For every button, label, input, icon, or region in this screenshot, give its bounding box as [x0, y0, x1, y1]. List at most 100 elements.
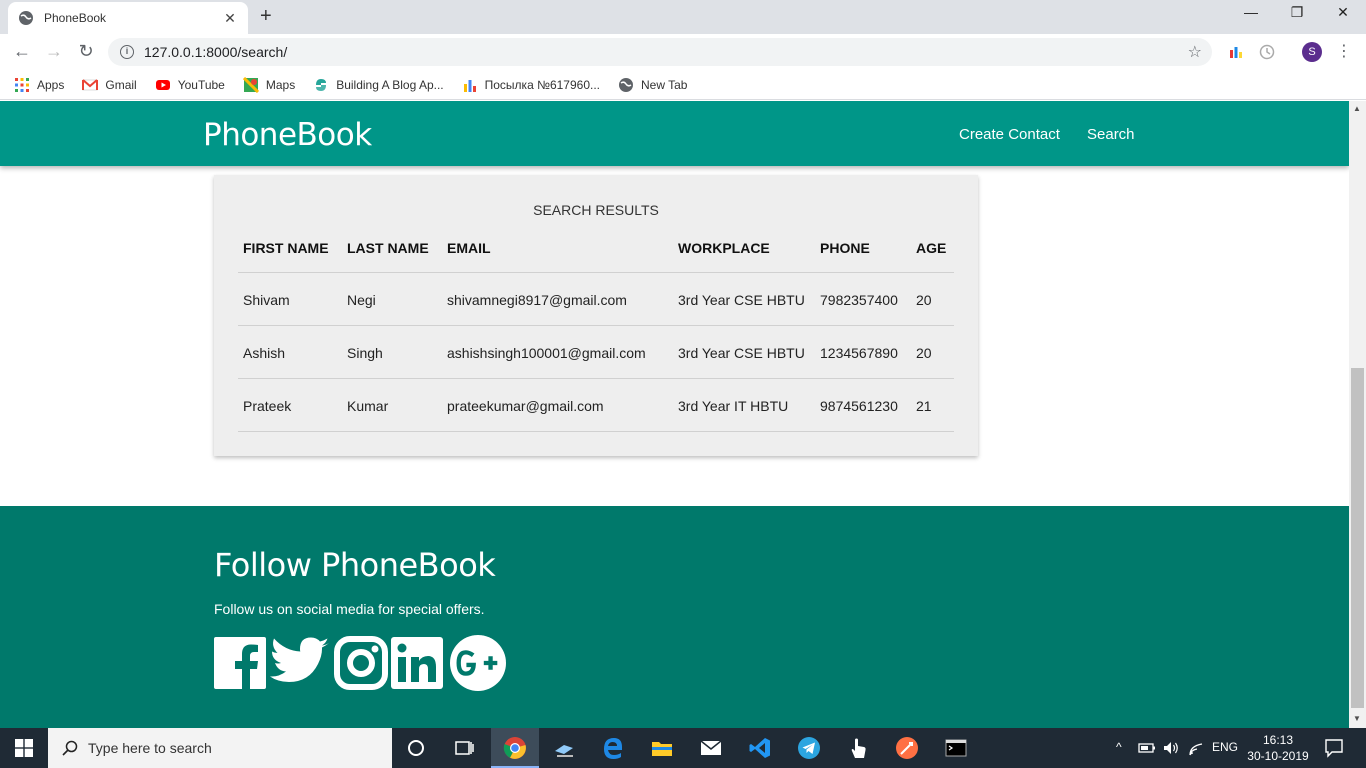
page-scrollbar[interactable]: ▲ ▼ — [1349, 101, 1366, 728]
extension-clock-icon[interactable] — [1259, 44, 1275, 60]
maximize-button[interactable]: ❐ — [1274, 4, 1320, 21]
search-link[interactable]: Search — [1087, 126, 1135, 143]
task-view-icon[interactable] — [452, 736, 476, 760]
bookmark-maps[interactable]: Maps — [242, 76, 296, 93]
url-text[interactable]: 127.0.0.1:8000/search/ — [144, 44, 287, 60]
bookmark-label: New Tab — [641, 77, 688, 92]
column-header: EMAIL — [442, 228, 673, 273]
cell-age: 21 — [911, 378, 954, 432]
column-header: AGE — [911, 228, 954, 273]
cell-email: prateekumar@gmail.com — [442, 378, 673, 432]
address-bar[interactable]: i 127.0.0.1:8000/search/ ☆ — [108, 38, 1212, 66]
bookmark-gmail[interactable]: Gmail — [82, 77, 137, 93]
browser-tabstrip: PhoneBook ✕ + — ❐ ✕ — [0, 0, 1366, 34]
clock-date: 30-10-2019 — [1247, 749, 1309, 763]
profile-avatar[interactable]: S — [1302, 42, 1322, 62]
facebook-icon[interactable] — [214, 635, 266, 691]
bookmark-parcel[interactable]: Посылка №617960... — [462, 77, 600, 93]
column-header: WORKPLACE — [673, 228, 815, 273]
twitter-icon[interactable] — [270, 635, 330, 691]
scroll-up-arrow[interactable]: ▲ — [1353, 104, 1361, 113]
scroll-down-arrow[interactable]: ▼ — [1353, 714, 1361, 723]
apps-grid-icon — [15, 77, 29, 92]
vscode-icon[interactable] — [748, 736, 772, 760]
reload-icon[interactable]: ↻ — [74, 41, 98, 62]
results-table: FIRST NAME LAST NAME EMAIL WORKPLACE PHO… — [238, 228, 954, 432]
bookmark-star-icon[interactable]: ☆ — [1188, 42, 1202, 62]
back-arrow-icon[interactable]: ← — [10, 41, 34, 62]
tray-chevron-icon[interactable]: ^ — [1116, 740, 1122, 754]
footer-title: Follow PhoneBook — [214, 546, 496, 584]
search-placeholder: Type here to search — [88, 740, 212, 756]
site-navbar: PhoneBook Create Contact Search — [0, 101, 1349, 166]
bookmark-label: Посылка №617960... — [484, 77, 600, 92]
browser-toolbar: ← → ↻ i 127.0.0.1:8000/search/ ☆ S ⋮ — [0, 34, 1366, 70]
page-viewport: PhoneBook Create Contact Search SEARCH R… — [0, 101, 1349, 728]
brave-icon[interactable] — [895, 736, 919, 760]
site-brand[interactable]: PhoneBook — [203, 117, 372, 153]
search-results-title: SEARCH RESULTS — [533, 202, 659, 218]
cell-last-name: Kumar — [342, 378, 442, 432]
terminal-icon[interactable] — [944, 736, 968, 760]
table-row: Ashish Singh ashishsingh100001@gmail.com… — [238, 325, 954, 379]
search-icon — [62, 740, 78, 756]
scrollbar-thumb[interactable] — [1351, 368, 1364, 708]
volume-icon[interactable] — [1162, 740, 1180, 756]
language-indicator[interactable]: ENG — [1212, 740, 1238, 754]
cell-phone: 1234567890 — [815, 325, 911, 379]
cell-workplace: 3rd Year CSE HBTU — [673, 272, 815, 326]
python-icon — [316, 78, 327, 91]
cortana-icon[interactable] — [404, 736, 428, 760]
cell-first-name: Shivam — [238, 272, 342, 326]
instagram-icon[interactable] — [334, 635, 388, 691]
cell-last-name: Negi — [342, 272, 442, 326]
create-contact-link[interactable]: Create Contact — [959, 126, 1060, 143]
bookmark-label: Apps — [37, 77, 65, 92]
extension-bar-chart-icon[interactable] — [1228, 44, 1244, 60]
table-row: Shivam Negi shivamnegi8917@gmail.com 3rd… — [238, 272, 954, 326]
taskbar-search-box[interactable]: Type here to search — [48, 728, 392, 768]
site-footer: Follow PhoneBook Follow us on social med… — [0, 506, 1349, 728]
cell-phone: 9874561230 — [815, 378, 911, 432]
bookmark-label: Building A Blog Ap... — [336, 77, 444, 92]
close-window-button[interactable]: ✕ — [1320, 4, 1366, 21]
bookmark-apps[interactable]: Apps — [14, 77, 64, 93]
wifi-icon[interactable] — [1187, 740, 1205, 756]
file-explorer-icon[interactable] — [650, 736, 674, 760]
browser-tab[interactable]: PhoneBook ✕ — [8, 2, 248, 34]
bookmark-newtab[interactable]: New Tab — [618, 77, 687, 93]
battery-icon[interactable] — [1138, 740, 1156, 756]
minimize-button[interactable]: — — [1228, 4, 1274, 20]
new-tab-button[interactable]: + — [260, 5, 272, 28]
globe-icon — [19, 11, 33, 25]
search-results-card: SEARCH RESULTS FIRST NAME LAST NAME EMAI… — [214, 175, 978, 456]
taskbar-clock[interactable]: 16:13 30-10-2019 — [1244, 732, 1312, 764]
browser-menu-icon[interactable]: ⋮ — [1336, 41, 1352, 61]
notification-icon[interactable] — [1322, 736, 1346, 760]
cell-email: ashishsingh100001@gmail.com — [442, 325, 673, 379]
start-button[interactable] — [0, 728, 48, 768]
bookmarks-bar: Apps Gmail YouTube Maps Building A Blog … — [0, 70, 1366, 100]
windows-taskbar: Type here to search ^ ENG 16:13 30-10-20… — [0, 728, 1366, 768]
bookmark-youtube[interactable]: YouTube — [155, 77, 225, 93]
linkedin-icon[interactable] — [391, 635, 443, 691]
column-header: LAST NAME — [342, 228, 442, 273]
forward-arrow-icon[interactable]: → — [42, 41, 66, 62]
maps-icon — [242, 76, 259, 93]
bookmark-label: Maps — [265, 77, 296, 92]
cell-age: 20 — [911, 272, 954, 326]
google-plus-icon[interactable] — [449, 635, 507, 691]
edge-icon[interactable] — [601, 736, 625, 760]
cell-phone: 7982357400 — [815, 272, 911, 326]
this-pc-icon[interactable] — [552, 736, 576, 760]
site-info-icon[interactable]: i — [120, 45, 134, 59]
bookmark-blog[interactable]: Building A Blog Ap... — [313, 77, 444, 93]
telegram-icon[interactable] — [797, 736, 821, 760]
mail-icon[interactable] — [699, 736, 723, 760]
cell-email: shivamnegi8917@gmail.com — [442, 272, 673, 326]
bar-chart-icon — [463, 79, 476, 92]
hand-cursor-icon[interactable] — [846, 736, 870, 760]
tab-close-icon[interactable]: ✕ — [222, 10, 238, 27]
chrome-icon[interactable] — [503, 736, 527, 760]
column-header: PHONE — [815, 228, 911, 273]
